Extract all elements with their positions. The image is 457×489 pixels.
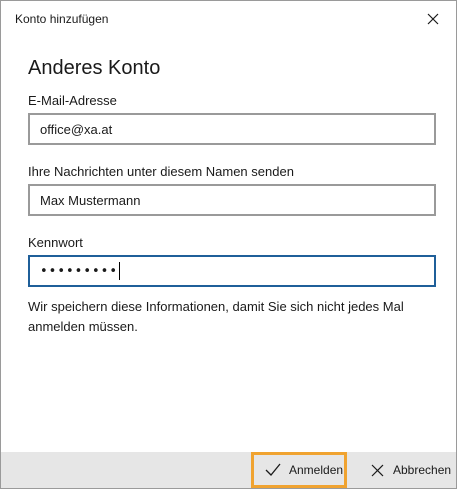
close-icon xyxy=(427,13,439,25)
info-text: Wir speichern diese Informationen, damit… xyxy=(28,299,404,334)
dialog-footer: Anmelden Abbrechen xyxy=(1,452,456,488)
sender-name-label: Ihre Nachrichten unter diesem Namen send… xyxy=(28,164,294,179)
cancel-label: Abbrechen xyxy=(393,463,452,477)
signin-button[interactable]: Anmelden xyxy=(251,452,347,488)
checkmark-icon xyxy=(263,460,283,480)
password-label: Kennwort xyxy=(28,235,83,250)
text-caret xyxy=(119,262,121,280)
sender-name-field[interactable] xyxy=(28,184,436,216)
signin-label: Anmelden xyxy=(289,463,344,477)
window-title: Konto hinzufügen xyxy=(15,12,109,26)
email-label: E-Mail-Adresse xyxy=(28,93,117,108)
add-account-dialog: Konto hinzufügen Anderes Konto E-Mail-Ad… xyxy=(0,0,457,489)
password-field[interactable]: ••••••••• xyxy=(28,255,436,287)
email-field[interactable] xyxy=(28,113,436,145)
title-bar: Konto hinzufügen xyxy=(1,1,456,38)
close-button[interactable] xyxy=(418,5,448,33)
page-heading: Anderes Konto xyxy=(28,57,161,79)
close-icon xyxy=(367,460,387,480)
cancel-button[interactable]: Abbrechen xyxy=(363,452,456,488)
password-masked-value: ••••••••• xyxy=(40,263,119,279)
